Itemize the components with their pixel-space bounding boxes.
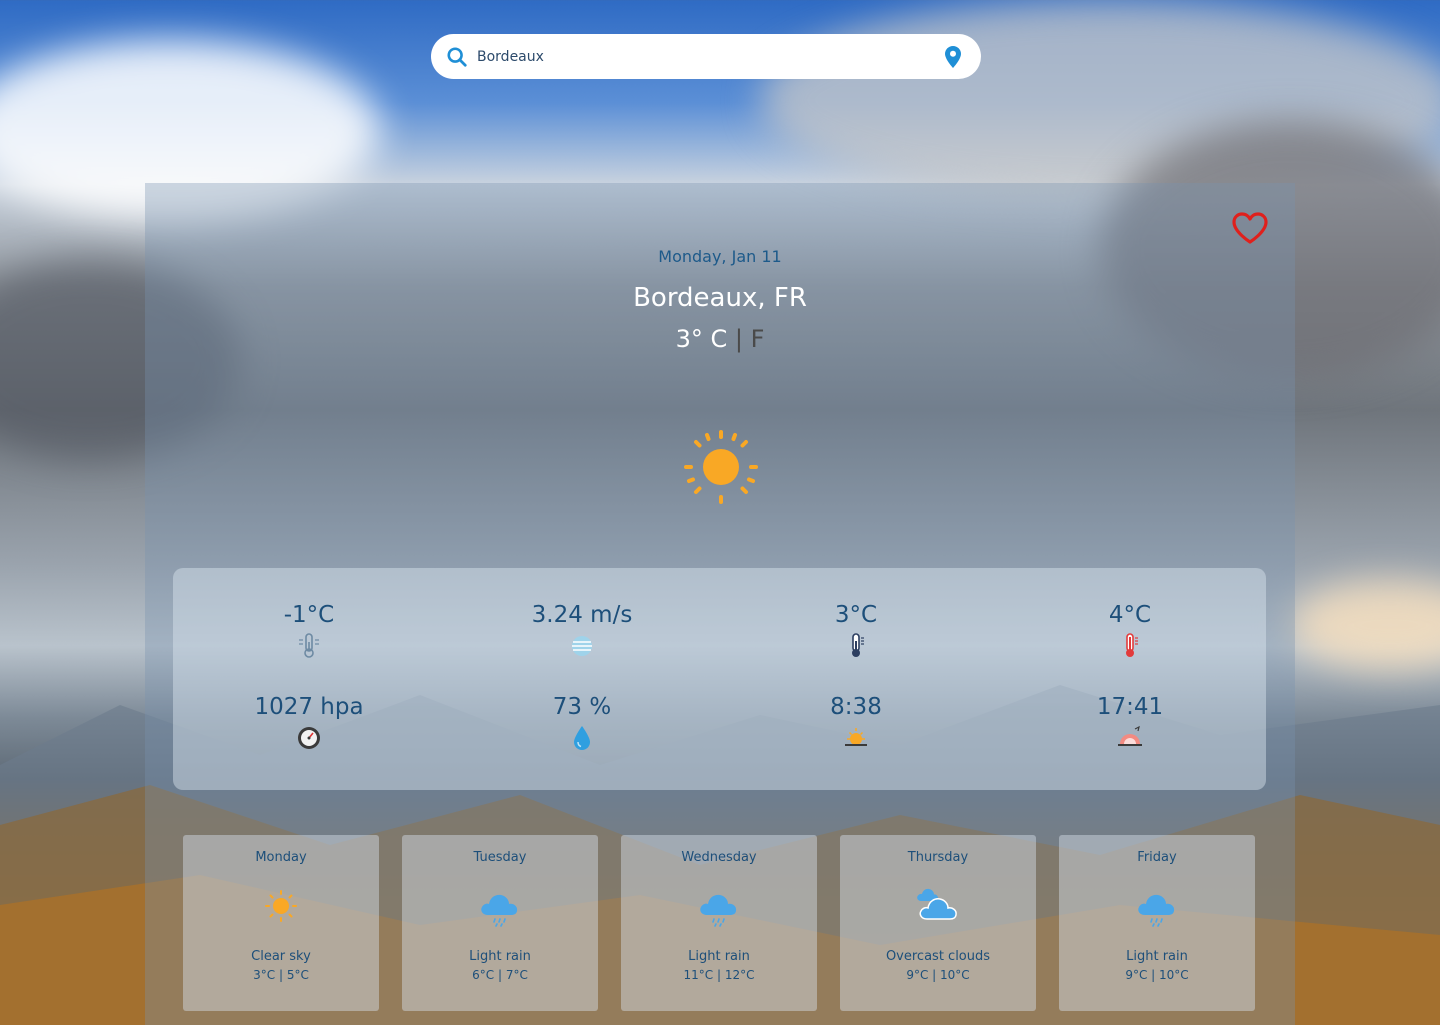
stat-value: -1°C: [283, 602, 335, 628]
forecast-day: Wednesday: [681, 850, 757, 865]
stat-value: 1027 hpa: [254, 694, 364, 720]
forecast-day: Monday: [255, 850, 307, 865]
stat-max-temperature: 4°C: [1030, 602, 1230, 660]
current-temperature: 3° C | F: [145, 325, 1295, 353]
stat-sunset: 17:41: [1030, 694, 1230, 752]
forecast-temperature-range: 3°C | 5°C: [253, 968, 309, 982]
city-name: Bordeaux, FR: [633, 283, 807, 313]
rain-cloud-icon: [700, 894, 737, 927]
stat-min-temperature: -1°C: [209, 602, 409, 660]
thermometer-icon: [852, 633, 864, 657]
thermometer-min-icon: [299, 633, 319, 658]
forecast-card-wednesday[interactable]: Wednesday Light rain 11°C | 12°C: [621, 835, 817, 1011]
location-pin-icon[interactable]: [943, 45, 963, 69]
current-date: Monday, Jan 11: [658, 247, 782, 266]
forecast-day: Thursday: [907, 850, 969, 865]
stat-pressure: 1027 hpa: [209, 694, 409, 752]
forecast-description: Light rain: [688, 949, 750, 964]
temperature-value: 3°: [675, 325, 703, 353]
humidity-drop-icon: [574, 726, 590, 750]
forecast-card-friday[interactable]: Friday Light rain 9°C | 10°C: [1059, 835, 1255, 1011]
weather-panel: Monday, Jan 11 Bordeaux, FR 3° C | F -1°…: [145, 183, 1295, 1025]
forecast-card-monday[interactable]: Monday Clear sky 3°C | 5°C: [183, 835, 379, 1011]
sun-icon: [265, 890, 297, 922]
stat-value: 73 %: [552, 694, 612, 720]
background-cloud: [760, 0, 1440, 200]
stat-value: 17:41: [1096, 694, 1164, 720]
stat-value: 3.24 m/s: [531, 602, 633, 628]
stat-value: 8:38: [830, 694, 882, 720]
forecast-temperature-range: 11°C | 12°C: [683, 968, 755, 982]
forecast-temperature-range: 9°C | 10°C: [1125, 968, 1189, 982]
overcast-clouds-icon: [917, 888, 957, 920]
forecast-description: Light rain: [469, 949, 531, 964]
search-icon[interactable]: [445, 45, 469, 69]
forecast-temperature-range: 9°C | 10°C: [906, 968, 970, 982]
stat-temperature: 3°C: [756, 602, 956, 660]
forecast-card-thursday[interactable]: Thursday Overcast clouds 9°C | 10°C: [840, 835, 1036, 1011]
forecast-day: Tuesday: [473, 850, 527, 865]
forecast-temperature-range: 6°C | 7°C: [472, 968, 528, 982]
forecast-description: Clear sky: [251, 949, 311, 964]
sun-icon: [684, 430, 758, 504]
unit-fahrenheit-toggle[interactable]: F: [751, 325, 765, 353]
weather-details: -1°C 3.24 m/s 3°C 4°C 1027 hpa 73 % 8:38…: [173, 568, 1266, 790]
unit-celsius-toggle[interactable]: C: [710, 325, 727, 353]
rain-cloud-icon: [481, 894, 518, 927]
forecast-description: Light rain: [1126, 949, 1188, 964]
search-input[interactable]: [477, 48, 943, 65]
forecast-day: Friday: [1137, 850, 1177, 865]
stat-humidity: 73 %: [482, 694, 682, 752]
rain-cloud-icon: [1138, 894, 1175, 927]
search-bar: [431, 34, 981, 79]
unit-separator: |: [734, 325, 743, 353]
stat-value: 4°C: [1108, 602, 1152, 628]
thermometer-max-icon: [1126, 633, 1138, 657]
sunrise-icon: [845, 728, 867, 746]
barometer-icon: [298, 727, 320, 749]
stat-sunrise: 8:38: [756, 694, 956, 752]
background-cloud: [1290, 580, 1440, 670]
stat-wind-speed: 3.24 m/s: [482, 602, 682, 660]
wind-icon: [572, 636, 592, 656]
stat-value: 3°C: [834, 602, 878, 628]
forecast-description: Overcast clouds: [885, 949, 991, 964]
favorite-heart-icon[interactable]: [1231, 211, 1269, 245]
forecast-card-tuesday[interactable]: Tuesday Light rain 6°C | 7°C: [402, 835, 598, 1011]
sunset-icon: [1118, 725, 1142, 746]
